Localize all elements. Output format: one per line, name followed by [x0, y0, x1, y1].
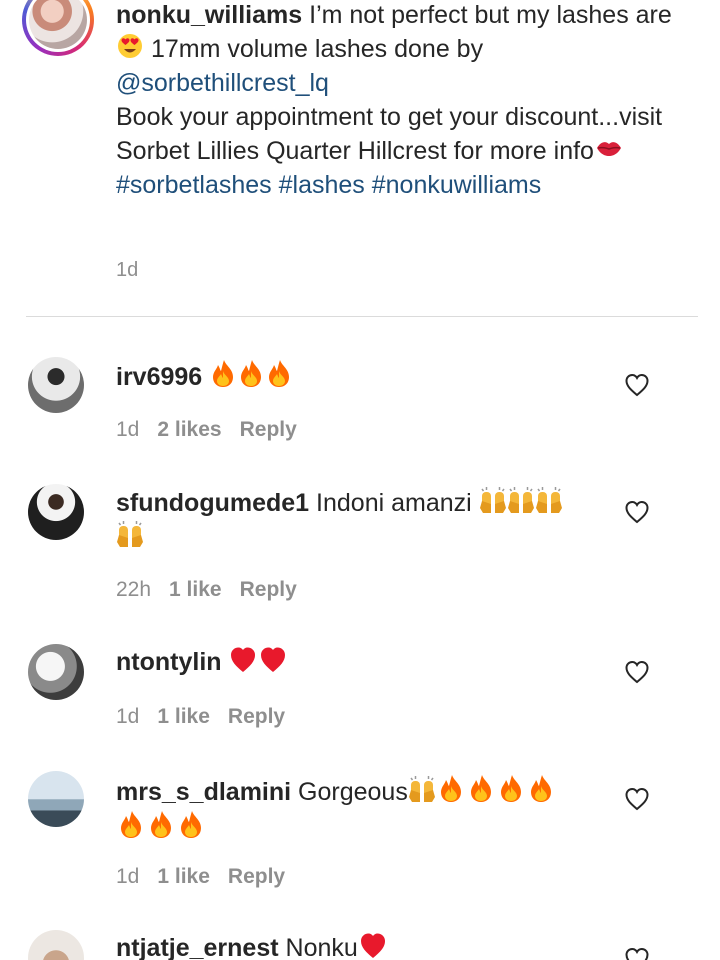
hashtag-link[interactable]: #nonkuwilliams [372, 171, 542, 199]
commenter-avatar[interactable] [28, 644, 84, 700]
comment-timestamp: 1d [116, 705, 140, 728]
comment-likes[interactable]: 1 like [157, 865, 210, 888]
commenter-avatar[interactable] [28, 484, 84, 540]
red-heart-emoji-icon [360, 933, 385, 958]
heart-outline-icon[interactable] [624, 786, 650, 812]
caption-username[interactable]: nonku_williams [116, 1, 302, 29]
fire-emoji-icon [213, 360, 234, 387]
fire-emoji-icon [440, 775, 461, 802]
author-avatar[interactable] [22, 0, 94, 56]
comment-username[interactable]: mrs_s_dlamini [116, 778, 291, 806]
fire-emoji-icon [121, 811, 141, 838]
heart-outline-icon[interactable] [624, 946, 650, 960]
raising-hands-emoji-icon [116, 520, 144, 548]
comment-text: mrs_s_dlamini Gorgeous [116, 773, 606, 845]
fire-emoji-icon [500, 775, 521, 802]
heart-eyes-emoji-icon [118, 34, 142, 58]
comment-likes[interactable]: 1 like [169, 578, 222, 601]
fire-emoji-icon [181, 811, 201, 838]
reply-button[interactable]: Reply [240, 578, 297, 601]
comment-timestamp: 22h [116, 578, 152, 601]
raising-hands-emoji-icon [408, 775, 436, 803]
comment-text: sfundogumede1 Indoni amanzi [116, 486, 606, 554]
commenter-avatar[interactable] [28, 357, 84, 413]
comment-body: Gorgeous [298, 778, 408, 806]
commenter-avatar[interactable] [28, 930, 84, 960]
comments-page: nonku_williams I’m not perfect but my la… [0, 0, 720, 960]
heart-outline-icon[interactable] [624, 659, 650, 685]
raising-hands-emoji-icon [506, 486, 535, 514]
author-avatar-photo [29, 0, 87, 49]
divider [26, 316, 698, 317]
reply-button[interactable]: Reply [228, 705, 285, 728]
caption-timestamp: 1d [116, 259, 139, 281]
caption-text-part3: Book your appointment to get your discou… [116, 103, 663, 165]
comment-likes[interactable]: 1 like [157, 705, 210, 728]
caption-text-part1: I’m not perfect but my lashes are [309, 1, 672, 29]
fire-emoji-icon [269, 360, 290, 387]
caption-text-part2: 17mm volume lashes done by [150, 35, 484, 63]
comment-timestamp: 1d [116, 418, 140, 441]
comment-username[interactable]: sfundogumede1 [116, 489, 309, 517]
fire-emoji-icon [241, 360, 262, 387]
comment-text: ntontylin [116, 645, 606, 679]
comment-meta: 1d 2 likes Reply [116, 418, 315, 442]
commenter-avatar[interactable] [28, 771, 84, 827]
red-heart-emoji-icon [261, 647, 286, 672]
lips-emoji-icon [596, 141, 622, 157]
comment-meta: 22h 1 like Reply [116, 578, 315, 602]
comment-likes[interactable]: 2 likes [157, 418, 221, 441]
comment-text: ntjatje_ernest Nonku [116, 931, 606, 960]
red-heart-emoji-icon [231, 647, 256, 672]
comment-username[interactable]: ntontylin [116, 648, 222, 676]
comment-meta: 1d 1 like Reply [116, 705, 303, 729]
comment-text: irv6996 [116, 358, 606, 394]
heart-outline-icon[interactable] [624, 372, 650, 398]
comment-username[interactable]: ntjatje_ernest [116, 934, 279, 960]
fire-emoji-icon [470, 775, 491, 802]
fire-emoji-icon [151, 811, 171, 838]
comment-body: Indoni amanzi [316, 489, 472, 517]
comment-username[interactable]: irv6996 [116, 363, 202, 391]
reply-button[interactable]: Reply [240, 418, 297, 441]
caption-text: nonku_williams I’m not perfect but my la… [116, 0, 696, 202]
caption-mention[interactable]: @sorbethillcrest_lq [116, 69, 329, 97]
hashtag-link[interactable]: #sorbetlashes [116, 171, 272, 199]
reply-button[interactable]: Reply [228, 865, 285, 888]
comment-body: Nonku [285, 934, 358, 960]
heart-outline-icon[interactable] [624, 499, 650, 525]
raising-hands-emoji-icon [478, 486, 507, 514]
hashtag-link[interactable]: #lashes [279, 171, 365, 199]
fire-emoji-icon [530, 775, 551, 802]
raising-hands-emoji-icon [534, 486, 563, 514]
comment-meta: 1d 1 like Reply [116, 865, 303, 889]
comment-timestamp: 1d [116, 865, 140, 888]
